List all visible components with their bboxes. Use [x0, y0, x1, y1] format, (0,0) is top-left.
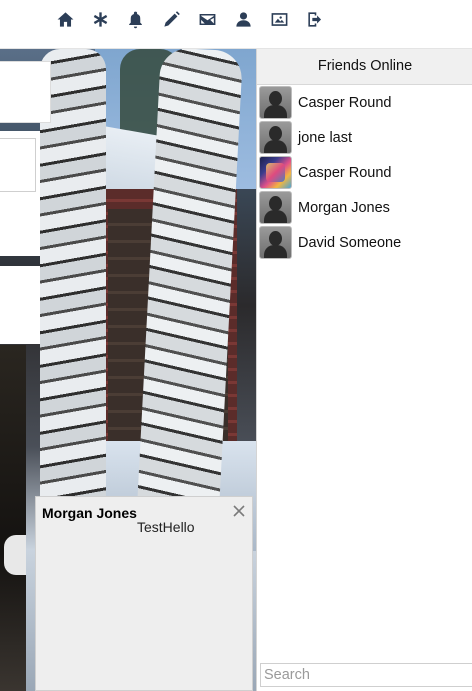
logout-icon[interactable] — [304, 8, 326, 30]
friend-item[interactable]: David Someone — [257, 225, 472, 260]
compose-textarea[interactable] — [0, 138, 36, 192]
default-avatar-icon — [259, 121, 292, 154]
compose-box — [0, 131, 40, 256]
picture-icon[interactable] — [268, 8, 290, 30]
friend-name: David Someone — [298, 234, 402, 251]
asterisk-icon[interactable] — [89, 8, 111, 30]
home-icon[interactable] — [54, 8, 76, 30]
friend-item[interactable]: Casper Round — [257, 85, 472, 120]
friends-panel: Friends Online Casper Round jone last Ca… — [256, 49, 472, 691]
post-box — [0, 61, 51, 123]
friends-search-input[interactable] — [260, 663, 472, 687]
friend-name: jone last — [298, 129, 353, 146]
friend-name: Casper Round — [298, 94, 392, 111]
default-avatar-icon — [259, 191, 292, 224]
friend-item[interactable]: Casper Round — [257, 155, 472, 190]
friend-item[interactable]: Morgan Jones — [257, 190, 472, 225]
friend-name: Casper Round — [298, 164, 392, 181]
bell-icon[interactable] — [124, 8, 146, 30]
close-icon[interactable] — [232, 504, 246, 518]
top-navbar — [0, 0, 472, 49]
friend-name: Morgan Jones — [298, 199, 390, 216]
user-icon[interactable] — [232, 8, 254, 30]
chat-title: Morgan Jones — [42, 505, 137, 521]
friends-panel-title: Friends Online — [257, 49, 472, 85]
chat-message: TestHello — [137, 519, 195, 535]
pencil-icon[interactable] — [160, 8, 182, 30]
default-avatar-icon — [259, 86, 292, 119]
default-avatar-icon — [259, 226, 292, 259]
mail-icon[interactable] — [196, 8, 218, 30]
chat-window: Morgan Jones TestHello — [35, 496, 253, 691]
photo-avatar — [259, 156, 292, 189]
content-box — [0, 266, 40, 344]
friend-item[interactable]: jone last — [257, 120, 472, 155]
